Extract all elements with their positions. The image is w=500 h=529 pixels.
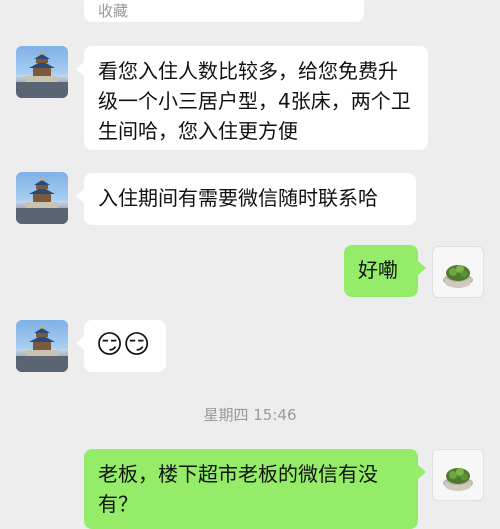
smirk-emoji-icon: 😏😏 xyxy=(96,330,151,360)
contact-avatar[interactable] xyxy=(16,320,68,372)
message-bubble-emoji[interactable]: 😏😏 xyxy=(76,320,166,372)
green-plant-in-pot-icon xyxy=(443,265,473,288)
self-avatar[interactable] xyxy=(432,449,484,501)
temple-of-heaven-icon xyxy=(16,177,68,224)
message-text: 老板，楼下超市老板的微信有没有？ xyxy=(98,462,378,516)
contact-avatar[interactable] xyxy=(16,46,68,98)
self-avatar[interactable] xyxy=(432,246,484,298)
message-text: 好嘞 xyxy=(358,258,398,282)
contact-avatar[interactable] xyxy=(16,172,68,224)
chat-timestamp: 星期四 15:46 xyxy=(203,406,297,424)
message-bubble-favorite[interactable]: 收藏 xyxy=(84,0,364,22)
message-text: 看您入住人数比较多，给您免费升级一个小三居户型，4张床，两个卫生间哈，您入住更方… xyxy=(98,59,411,143)
message-bubble-question[interactable]: 老板，楼下超市老板的微信有没有？ xyxy=(84,449,426,529)
message-bubble-reply-ok[interactable]: 好嘞 xyxy=(344,245,426,297)
message-bubble-contact[interactable]: 入住期间有需要微信随时联系哈 xyxy=(76,173,416,225)
favorite-label: 收藏 xyxy=(98,2,129,20)
message-bubble-upgrade[interactable]: 看您入住人数比较多，给您免费升级一个小三居户型，4张床，两个卫生间哈，您入住更方… xyxy=(76,46,428,150)
green-plant-in-pot-icon xyxy=(443,468,473,491)
temple-of-heaven-icon xyxy=(16,51,68,98)
temple-of-heaven-icon xyxy=(16,325,68,372)
message-text: 入住期间有需要微信随时联系哈 xyxy=(98,186,378,210)
